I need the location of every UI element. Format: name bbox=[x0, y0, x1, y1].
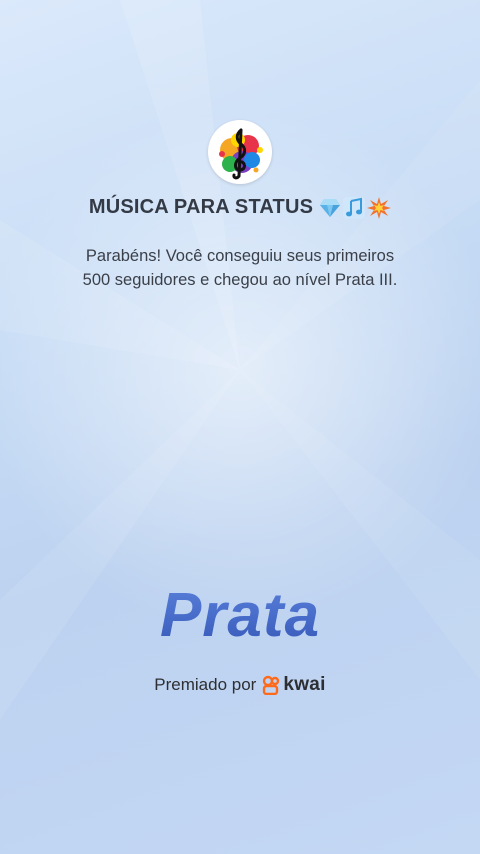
treble-clef-icon bbox=[219, 128, 263, 180]
gem-icon bbox=[320, 198, 341, 217]
message-line-1: Parabéns! Você conseguiu seus primeiros bbox=[85, 247, 395, 265]
music-notes-icon bbox=[343, 196, 366, 219]
congratulations-message: Parabéns! Você conseguiu seus primeiros … bbox=[40, 244, 440, 292]
message-line-2: 500 seguidores e chegou ao nível Prata I… bbox=[82, 271, 398, 289]
profile-avatar[interactable] bbox=[208, 120, 272, 184]
profile-name: MÚSICA PARA STATUS bbox=[88, 196, 314, 218]
level-name: Prata bbox=[0, 580, 480, 651]
awarded-by: Premiado por kwai bbox=[0, 674, 480, 696]
awarded-by-label: Premiado por bbox=[154, 675, 257, 694]
collision-icon bbox=[367, 196, 392, 219]
kwai-brand-text: kwai bbox=[283, 674, 326, 695]
kwai-brand: kwai bbox=[262, 674, 325, 696]
profile-title: MÚSICA PARA STATUS bbox=[0, 196, 480, 219]
kwai-logo-icon bbox=[263, 675, 280, 695]
